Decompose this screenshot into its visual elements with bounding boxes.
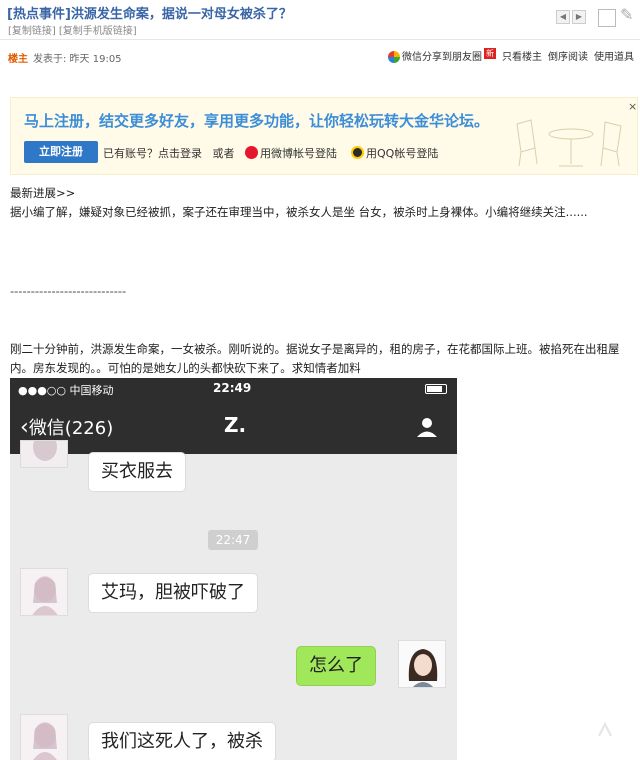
chat-screenshot: ●●●○○ 中国移动 22:49 ‹微信(226) Z. 买衣服去 22:47 …: [10, 378, 457, 760]
copy-link[interactable]: [复制链接]: [8, 26, 56, 37]
phone-clock: 22:49: [213, 381, 252, 395]
update-text: 据小编了解，嫌疑对象已经被抓，案子还在审理当中，被杀女人是坐 台女，被杀时上身裸…: [10, 205, 588, 219]
thread-title[interactable]: [热点事件]洪源发生命案，据说一对母女被杀了？: [7, 3, 292, 22]
reverse-read-link[interactable]: 倒序阅读: [548, 48, 588, 63]
have-account-text: 已有账号？: [103, 147, 158, 160]
chat-nav-bar: ‹微信(226) Z.: [10, 400, 457, 454]
copy-links: [复制链接] [复制手机版链接]: [8, 22, 140, 37]
cafe-furniture-illustration: [516, 119, 622, 167]
battery-icon: [425, 384, 447, 394]
or-text: 或者: [212, 147, 235, 160]
thread-header: [热点事件]洪源发生命案，据说一对母女被杀了？ [复制链接] [复制手机版链接] …: [0, 0, 640, 40]
qq-login-link[interactable]: 用QQ帐号登陆: [351, 146, 439, 160]
person-icon[interactable]: [416, 416, 438, 438]
chat-message-self: 怎么了: [296, 646, 376, 686]
pen-icon[interactable]: ✎: [620, 5, 633, 24]
chevron-left-icon: ‹: [20, 415, 29, 440]
contact-avatar[interactable]: [20, 440, 68, 468]
post-tools: 微信分享到朋友圈新 只看楼主 倒序阅读 使用道具: [388, 48, 634, 63]
next-page-icon[interactable]: ▶: [572, 10, 586, 24]
chat-timestamp: 22:47: [208, 530, 258, 550]
prev-page-icon[interactable]: ◀: [556, 10, 570, 24]
chat-message: 我们这死人了，被杀: [88, 722, 276, 760]
carrier-label: ●●●○○ 中国移动: [18, 384, 114, 397]
weibo-login-label: 用微博帐号登陆: [260, 147, 337, 160]
copy-mobile-link[interactable]: [复制手机版链接]: [59, 26, 137, 37]
chat-title: Z.: [224, 413, 247, 437]
divider-line: ----------------------------: [10, 284, 127, 298]
back-label: 微信(226): [28, 418, 114, 439]
original-post-text: 刚二十分钟前，洪源发生命案，一女被杀。刚听说的。据说女子是离异的，租的房子，在花…: [10, 342, 620, 375]
weibo-login-link[interactable]: 用微博帐号登陆: [245, 146, 337, 160]
banner-headline: 马上注册，结交更多好友，享用更多功能，让你轻松玩转大金华论坛。: [24, 112, 490, 130]
register-banner: 马上注册，结交更多好友，享用更多功能，让你轻松玩转大金华论坛。 立即注册 已有账…: [10, 97, 638, 175]
contact-avatar[interactable]: [20, 714, 68, 760]
share-wechat-link[interactable]: 微信分享到朋友圈新: [388, 48, 496, 63]
watermark-logo: [598, 721, 612, 737]
phone-status-bar: ●●●○○ 中国移动 22:49: [10, 378, 457, 400]
qq-icon: [351, 146, 364, 159]
wechat-moments-icon: [388, 51, 400, 63]
new-badge: 新: [484, 48, 496, 59]
register-button[interactable]: 立即注册: [24, 141, 98, 163]
chat-message: 艾玛，胆被吓破了: [88, 573, 258, 613]
tools-link[interactable]: 使用道具: [594, 48, 634, 63]
post-time: 发表于: 昨天 19:05: [33, 54, 122, 65]
update-heading: 最新进展>>: [10, 186, 76, 200]
back-button[interactable]: ‹微信(226): [20, 414, 113, 440]
page-jump-input[interactable]: [598, 9, 616, 27]
author-role: 楼主: [8, 54, 28, 65]
post-meta-row: 楼主 发表于: 昨天 19:05 微信分享到朋友圈新 只看楼主 倒序阅读 使用道…: [0, 46, 640, 68]
share-wechat-label: 微信分享到朋友圈: [402, 52, 482, 63]
only-author-link[interactable]: 只看楼主: [502, 48, 542, 63]
weibo-icon: [245, 146, 258, 159]
login-link[interactable]: 点击登录: [158, 147, 202, 160]
login-options: 已有账号？点击登录 或者 用微博帐号登陆 用QQ帐号登陆: [103, 145, 438, 161]
contact-avatar[interactable]: [20, 568, 68, 616]
qq-login-label: 用QQ帐号登陆: [366, 147, 439, 160]
self-avatar[interactable]: [398, 640, 446, 688]
banner-close-button[interactable]: ×: [628, 100, 637, 113]
chat-message: 买衣服去: [88, 452, 186, 492]
